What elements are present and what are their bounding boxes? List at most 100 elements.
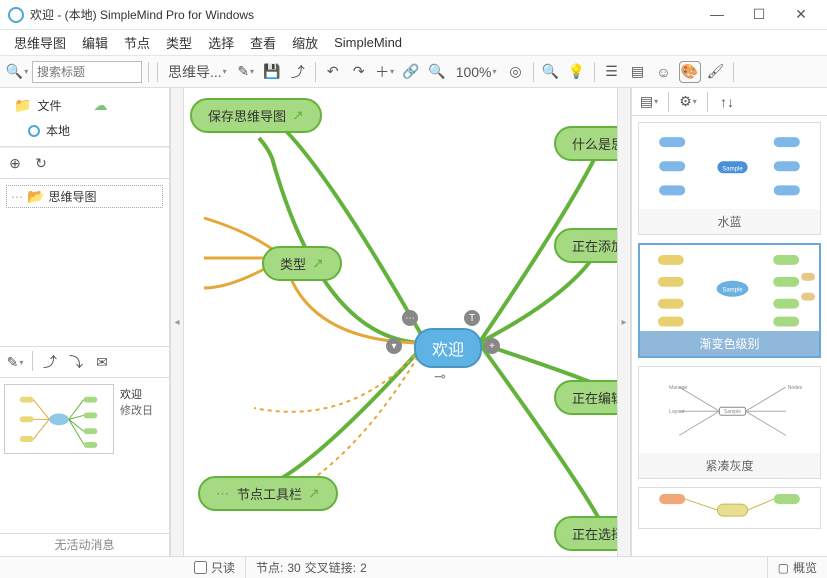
undo-button[interactable]: ↶: [322, 61, 344, 83]
node-selecting[interactable]: 正在选择: [554, 516, 617, 551]
menu-mindmap[interactable]: 思维导图: [8, 31, 72, 54]
close-button[interactable]: ✕: [787, 6, 815, 23]
ctrl-text[interactable]: T: [464, 310, 480, 326]
left-status: 无活动消息: [0, 534, 169, 556]
overview-button[interactable]: ▢概览: [768, 557, 827, 578]
folder-icon: 📂: [27, 188, 44, 205]
add-button[interactable]: ＋▾: [374, 61, 396, 83]
search-dropdown[interactable]: 🔍▾: [6, 61, 28, 83]
svg-text:Layout: Layout: [669, 409, 685, 415]
readonly-checkbox[interactable]: [194, 561, 207, 574]
palette-icon[interactable]: 🎨: [679, 61, 701, 83]
svg-text:Nodes: Nodes: [788, 385, 803, 391]
style-list[interactable]: Sample 水蓝 Sample 渐变色级别 Manage Layout Nodes…: [632, 116, 827, 556]
node-save[interactable]: 保存思维导图↗: [190, 98, 322, 133]
window-title: 欢迎 - (本地) SimpleMind Pro for Windows: [30, 6, 703, 23]
menu-view[interactable]: 查看: [244, 31, 282, 54]
files-tab[interactable]: 📁文件: [10, 94, 65, 117]
style-label: 紧凑灰度: [639, 453, 820, 478]
menu-zoom[interactable]: 缩放: [286, 31, 324, 54]
node-what[interactable]: 什么是思: [554, 126, 617, 161]
title-bar: 欢迎 - (本地) SimpleMind Pro for Windows — ☐…: [0, 0, 827, 30]
add-folder-button[interactable]: ⊕: [4, 152, 26, 174]
dots-icon: ⋯: [11, 190, 23, 204]
maximize-button[interactable]: ☐: [745, 6, 773, 23]
menu-edit[interactable]: 编辑: [76, 31, 114, 54]
svg-text:Manage: Manage: [669, 385, 687, 391]
window-controls: — ☐ ✕: [703, 6, 819, 23]
search-input[interactable]: [32, 61, 142, 83]
menu-node[interactable]: 节点: [118, 31, 156, 54]
style-gradient[interactable]: Sample 渐变色级别: [638, 243, 821, 358]
style-aqua[interactable]: Sample 水蓝: [638, 122, 821, 235]
style-view-button[interactable]: ▤▾: [638, 91, 660, 113]
refresh-button[interactable]: ↻: [30, 152, 52, 174]
target-icon[interactable]: ◎: [505, 61, 527, 83]
sort-button[interactable]: ↑↓: [716, 91, 738, 113]
main-area: 📁文件 ☁ 本地 ⊕ ↻ ⋯ 📂 思维导图 ✎▾ ⤴ ⤵ ✉: [0, 88, 827, 556]
style-compact-gray[interactable]: Manage Layout Nodes Sample 紧凑灰度: [638, 366, 821, 479]
node-types[interactable]: 类型↗: [262, 246, 342, 281]
save-button[interactable]: 💾: [261, 61, 283, 83]
overview-icon: ▢: [778, 561, 789, 575]
node-editing[interactable]: 正在编辑: [554, 380, 617, 415]
readonly-toggle[interactable]: 只读: [184, 557, 246, 578]
outline-icon[interactable]: ☰: [601, 61, 623, 83]
mindmap-thumbnail[interactable]: [4, 384, 114, 454]
left-mini-toolbar: ⊕ ↻: [0, 147, 169, 179]
brush-icon[interactable]: 🖌: [705, 61, 727, 83]
svg-text:Sample: Sample: [722, 166, 743, 172]
files-label: 文件: [37, 97, 61, 114]
import-button[interactable]: ⤵: [65, 351, 87, 373]
find-button[interactable]: 🔍: [540, 61, 562, 83]
mindmap-canvas[interactable]: 保存思维导图↗ 类型↗ ⋯节点工具栏↗ 欢迎 ⋯ T ▾ + ⊸ 什么是思 正在…: [184, 88, 617, 556]
main-toolbar: 🔍▾ 思维导...▾ ✎▾ 💾 ⤴ ↶ ↷ ＋▾ 🔗 🔍 100%▾ ◎ 🔍 💡…: [0, 56, 827, 88]
zoom-tool[interactable]: 🔍: [426, 61, 448, 83]
node-adding[interactable]: 正在添加: [554, 228, 617, 263]
new-map-button[interactable]: ✎▾: [4, 351, 26, 373]
menu-type[interactable]: 类型: [160, 31, 198, 54]
export-button[interactable]: ⤴: [39, 351, 61, 373]
emoji-icon[interactable]: ☺: [653, 61, 675, 83]
thumbnail-meta: 欢迎 修改日: [118, 378, 155, 533]
menu-select[interactable]: 选择: [202, 31, 240, 54]
menu-simplemind[interactable]: SimpleMind: [328, 33, 408, 52]
external-icon: ↗: [308, 485, 320, 502]
node-center[interactable]: 欢迎: [414, 328, 482, 368]
lightbulb-icon[interactable]: 💡: [566, 61, 588, 83]
style-next[interactable]: [638, 487, 821, 529]
local-item[interactable]: 本地: [4, 119, 165, 142]
splitter-left[interactable]: ◂: [170, 88, 184, 556]
style-label: 水蓝: [639, 209, 820, 234]
thumb-date: 修改日: [120, 402, 153, 418]
mindmap-dropdown[interactable]: 思维导...▾: [164, 61, 231, 83]
tree-item-label: 思维导图: [48, 188, 96, 205]
zoom-level[interactable]: 100%▾: [452, 61, 501, 83]
svg-text:Sample: Sample: [724, 409, 741, 415]
redo-button[interactable]: ↷: [348, 61, 370, 83]
settings-button[interactable]: ⚙▾: [677, 91, 699, 113]
app-icon: [8, 7, 24, 23]
local-label: 本地: [46, 122, 70, 139]
cloud-tab[interactable]: ☁: [89, 94, 111, 117]
mail-button[interactable]: ✉: [91, 351, 113, 373]
ctrl-collapse[interactable]: ▾: [386, 338, 402, 354]
ctrl-link[interactable]: ⊸: [432, 368, 448, 384]
cloud-icon: ☁: [93, 97, 107, 114]
link-button[interactable]: 🔗: [400, 61, 422, 83]
mindmap-tree: ⋯ 📂 思维导图: [0, 179, 169, 347]
node-toolbar[interactable]: ⋯节点工具栏↗: [198, 476, 338, 511]
ctrl-menu[interactable]: ⋯: [402, 310, 418, 326]
edit-button[interactable]: ✎▾: [235, 61, 257, 83]
right-panel: ▤▾ ⚙▾ ↑↓ Sample 水蓝 Sample 渐变色级别 Manage La…: [631, 88, 827, 556]
minimize-button[interactable]: —: [703, 6, 731, 23]
share-button[interactable]: ⤴: [287, 61, 309, 83]
menu-bar: 思维导图 编辑 节点 类型 选择 查看 缩放 SimpleMind: [0, 30, 827, 56]
local-icon: [28, 125, 40, 137]
tree-item[interactable]: ⋯ 📂 思维导图: [6, 185, 163, 208]
ctrl-add[interactable]: +: [484, 338, 500, 354]
note-icon[interactable]: ▤: [627, 61, 649, 83]
svg-text:Sample: Sample: [722, 288, 743, 294]
splitter-right[interactable]: ▸: [617, 88, 631, 556]
style-label: 渐变色级别: [640, 331, 819, 356]
